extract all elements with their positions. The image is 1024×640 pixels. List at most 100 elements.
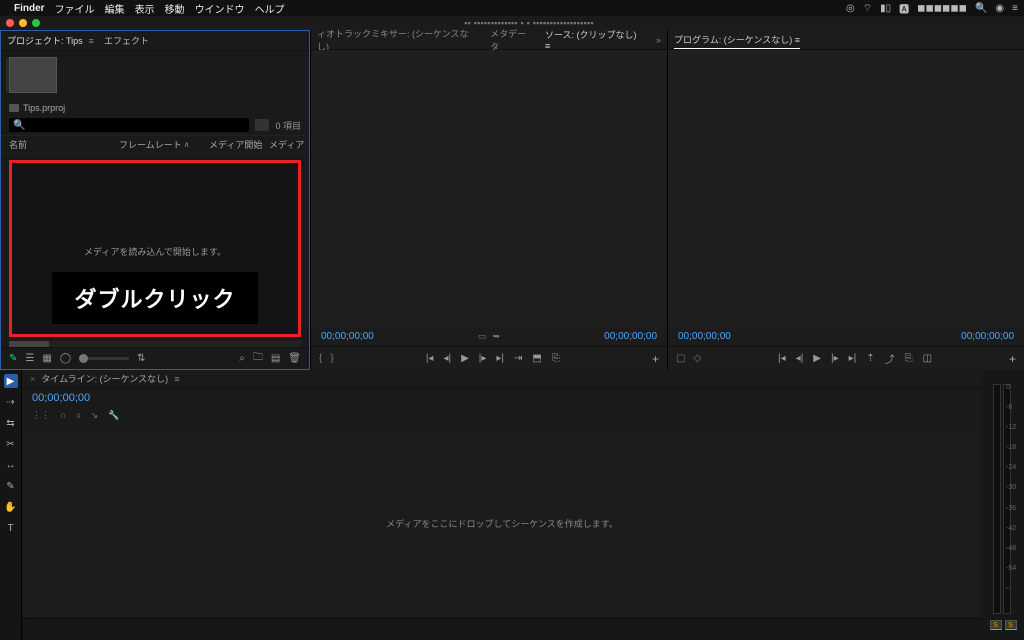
hand-tool-icon[interactable]: ✋ bbox=[4, 500, 18, 514]
bin-icon bbox=[9, 104, 19, 112]
minimize-window-button[interactable] bbox=[19, 19, 27, 27]
extract-icon[interactable]: ⤴ bbox=[885, 351, 895, 366]
mark-clip-icon[interactable]: ◇ bbox=[693, 353, 701, 364]
slip-tool-icon[interactable]: ↔ bbox=[4, 458, 18, 472]
menu-help[interactable]: ヘルプ bbox=[255, 1, 285, 16]
solo-right-button[interactable]: S bbox=[1005, 620, 1017, 630]
source-timecode-in[interactable]: 00;00;00;00 bbox=[321, 331, 374, 342]
project-search-input[interactable] bbox=[25, 118, 245, 132]
fit-icon[interactable]: ▭ bbox=[478, 331, 487, 342]
source-timecode-out[interactable]: 00;00;00;00 bbox=[604, 331, 657, 342]
insert-icon[interactable]: ⇥ bbox=[514, 353, 522, 364]
fullscreen-window-button[interactable] bbox=[32, 19, 40, 27]
program-timecode-in[interactable]: 00;00;00;00 bbox=[678, 331, 731, 342]
program-timecode-out[interactable]: 00;00;00;00 bbox=[961, 331, 1014, 342]
play-icon[interactable]: ▶ bbox=[813, 353, 821, 364]
media-drop-area[interactable]: メディアを読み込んで開始します。 ダブルクリック bbox=[9, 160, 301, 337]
col-header-media[interactable]: メディア bbox=[269, 138, 309, 151]
timeline-tab-close-icon[interactable]: × bbox=[30, 374, 35, 384]
more-tabs-icon[interactable]: » bbox=[656, 35, 661, 45]
step-forward-icon[interactable]: |▸ bbox=[479, 353, 487, 364]
pen-tool-icon[interactable]: ✎ bbox=[4, 479, 18, 493]
tab-timeline[interactable]: タイムライン: (シーケンスなし) bbox=[41, 372, 168, 385]
ripple-edit-tool-icon[interactable]: ⇆ bbox=[4, 416, 18, 430]
menu-window[interactable]: ウインドウ bbox=[195, 1, 245, 16]
icon-view-icon[interactable]: ▦ bbox=[42, 353, 51, 364]
timeline-drop-area[interactable]: メディアをここにドロップしてシーケンスを作成します。 bbox=[26, 429, 978, 618]
delete-icon[interactable]: 🗑 bbox=[288, 353, 301, 364]
tab-program[interactable]: プログラム: (シーケンスなし) ≡ bbox=[674, 31, 800, 49]
sort-icon[interactable]: ⇅ bbox=[137, 353, 145, 364]
battery-icon[interactable]: ▮▯ bbox=[880, 3, 891, 14]
project-thumbnail[interactable] bbox=[9, 57, 57, 93]
program-viewer[interactable] bbox=[668, 50, 1024, 327]
panel-menu-icon[interactable]: ≡ bbox=[795, 35, 800, 45]
menu-go[interactable]: 移動 bbox=[165, 1, 185, 16]
timeline-settings-icon[interactable]: ↘ bbox=[91, 410, 99, 421]
write-mode-icon[interactable]: ✎ bbox=[9, 353, 17, 364]
comparison-view-icon[interactable]: ◫ bbox=[923, 353, 932, 364]
close-window-button[interactable] bbox=[6, 19, 14, 27]
go-to-out-icon[interactable]: ▸| bbox=[849, 353, 857, 364]
go-to-in-icon[interactable]: |◂ bbox=[778, 353, 786, 364]
menu-view[interactable]: 表示 bbox=[135, 1, 155, 16]
go-to-out-icon[interactable]: ▸| bbox=[496, 353, 504, 364]
panel-menu-icon[interactable]: ≡ bbox=[545, 41, 550, 51]
col-header-media-start[interactable]: メディア開始 bbox=[209, 138, 269, 151]
mark-in-icon[interactable]: { bbox=[319, 353, 322, 364]
add-marker-icon[interactable]: ⬨ bbox=[76, 410, 80, 421]
col-header-name[interactable]: 名前 bbox=[9, 138, 119, 151]
play-icon[interactable]: ▶ bbox=[461, 353, 469, 364]
notification-icon[interactable]: ≡ bbox=[1012, 3, 1018, 14]
panel-menu-icon[interactable]: ≡ bbox=[89, 36, 94, 46]
project-search-box[interactable]: 🔍 bbox=[9, 118, 249, 132]
export-frame-icon[interactable]: ⎘ bbox=[552, 353, 560, 364]
tab-project[interactable]: プロジェクト: Tips ≡ bbox=[7, 34, 94, 47]
wrench-icon[interactable]: 🔧 bbox=[108, 410, 119, 421]
lift-icon[interactable]: ⇡ bbox=[866, 353, 874, 364]
drag-video-icon[interactable]: ➥ bbox=[492, 331, 500, 342]
meter-scale: 0 -6 -12 -18 -24 -30 -36 -42 -48 -54 -- bbox=[1006, 384, 1020, 592]
export-frame-icon[interactable]: ⎘ bbox=[905, 353, 913, 364]
step-back-icon[interactable]: ◂| bbox=[796, 353, 804, 364]
snap-icon[interactable]: ⋮⋮ bbox=[32, 410, 50, 421]
linked-selection-icon[interactable]: ∩ bbox=[60, 410, 66, 421]
button-editor-icon[interactable]: + bbox=[652, 352, 659, 366]
find-icon[interactable]: ⌕ bbox=[239, 353, 245, 364]
source-viewer[interactable] bbox=[311, 50, 667, 327]
audio-meters-panel: 0 -6 -12 -18 -24 -30 -36 -42 -48 -54 -- … bbox=[982, 370, 1024, 640]
selection-tool-icon[interactable]: ▶ bbox=[4, 374, 18, 388]
col-header-framerate[interactable]: フレームレート ∧ bbox=[119, 138, 209, 151]
siri-icon[interactable]: ◉ bbox=[995, 3, 1004, 14]
status-wifi-icon[interactable]: ⌔ bbox=[863, 2, 872, 15]
step-forward-icon[interactable]: |▸ bbox=[831, 353, 839, 364]
new-item-icon[interactable]: ▤ bbox=[271, 353, 280, 364]
step-back-icon[interactable]: ◂| bbox=[443, 353, 451, 364]
list-view-icon[interactable]: ☰ bbox=[25, 353, 34, 364]
double-click-overlay: ダブルクリック bbox=[52, 272, 257, 324]
timeline-timecode[interactable]: 00;00;00;00 bbox=[32, 392, 90, 404]
search-folder-button[interactable] bbox=[255, 119, 269, 131]
overwrite-icon[interactable]: ⬒ bbox=[532, 353, 541, 364]
freeform-view-icon[interactable]: ◯ bbox=[60, 353, 71, 364]
add-marker-icon[interactable]: ▢ bbox=[676, 353, 685, 364]
track-select-tool-icon[interactable]: ⇢ bbox=[4, 395, 18, 409]
button-editor-icon[interactable]: + bbox=[1009, 352, 1016, 366]
type-tool-icon[interactable]: T bbox=[4, 521, 18, 535]
new-bin-icon[interactable]: 🗀 bbox=[253, 350, 263, 367]
project-item-count: 0 項目 bbox=[275, 119, 301, 132]
menu-file[interactable]: ファイル bbox=[55, 1, 95, 16]
solo-left-button[interactable]: S bbox=[990, 620, 1002, 630]
status-date[interactable]: ◼◼◼◼◼◼ bbox=[917, 3, 967, 14]
go-to-in-icon[interactable]: |◂ bbox=[426, 353, 434, 364]
razor-tool-icon[interactable]: ✂ bbox=[4, 437, 18, 451]
tab-effects[interactable]: エフェクト bbox=[104, 34, 149, 47]
spotlight-icon[interactable]: 🔍 bbox=[975, 3, 987, 14]
status-input-icon[interactable]: 🅰 bbox=[899, 1, 909, 16]
status-system-icon[interactable]: ◎ bbox=[846, 3, 855, 14]
zoom-slider[interactable] bbox=[79, 357, 129, 360]
panel-menu-icon[interactable]: ≡ bbox=[174, 374, 179, 384]
mark-out-icon[interactable]: } bbox=[330, 353, 333, 364]
menu-edit[interactable]: 編集 bbox=[105, 1, 125, 16]
finder-app-name[interactable]: Finder bbox=[14, 3, 45, 14]
